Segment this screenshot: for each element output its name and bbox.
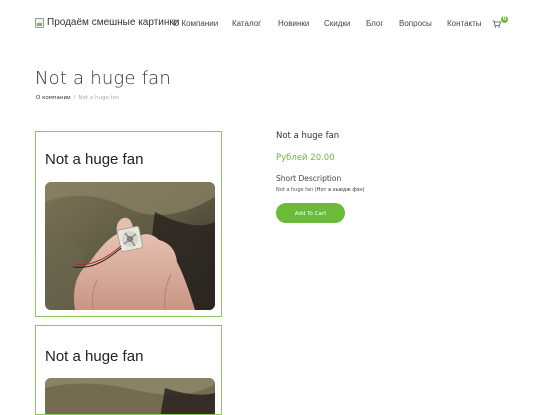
nav-item-company[interactable]: О Компании [173,19,218,28]
short-description: Not a huge fan (Нот а хьюдж фэн) [276,187,365,193]
breadcrumb-link-company[interactable]: О компании [36,95,71,101]
nav-item-discounts[interactable]: Скидки [324,19,350,28]
broken-image-icon [35,17,44,28]
product-price: Рублей 20.00 [276,153,335,163]
cart-icon [492,20,501,28]
product-photo[interactable] [45,378,215,414]
nav-item-blog[interactable]: Блог [366,19,383,28]
gallery-card[interactable]: Not a huge fan [35,325,222,415]
site-header: Продаём смешные картинки О Компании Ката… [0,0,540,50]
gallery-card[interactable]: Not a huge fan [35,131,222,317]
card-caption: Not a huge fan [45,348,144,365]
add-to-cart-button[interactable]: Add To Cart [276,203,345,223]
short-description-ru: (Нот а хьюдж фэн) [314,187,365,193]
breadcrumb-separator: / [73,95,76,101]
nav-item-new[interactable]: Новинки [278,19,309,28]
logo[interactable]: Продаём смешные картинки [35,17,179,28]
page-title: Not a huge fan [35,68,171,89]
cart-button[interactable]: 0 [492,16,508,30]
cart-count-badge: 0 [501,16,508,23]
nav-item-catalog[interactable]: Каталог [232,19,261,28]
breadcrumb-current: Not a huge fan [78,95,120,101]
nav-item-faq[interactable]: Вопросы [399,19,432,28]
product-photo[interactable] [45,182,215,310]
breadcrumb: О компании / Not a huge fan [36,95,119,101]
product-photo-image [45,378,215,414]
logo-text: Продаём смешные картинки [47,17,180,28]
short-description-title: Short Description [276,174,342,183]
short-description-en: Not a huge fan [276,187,314,193]
card-caption: Not a huge fan [45,151,144,168]
product-name: Not a huge fan [276,131,340,141]
nav-item-contacts[interactable]: Контакты [447,19,482,28]
product-photo-image [45,182,215,310]
